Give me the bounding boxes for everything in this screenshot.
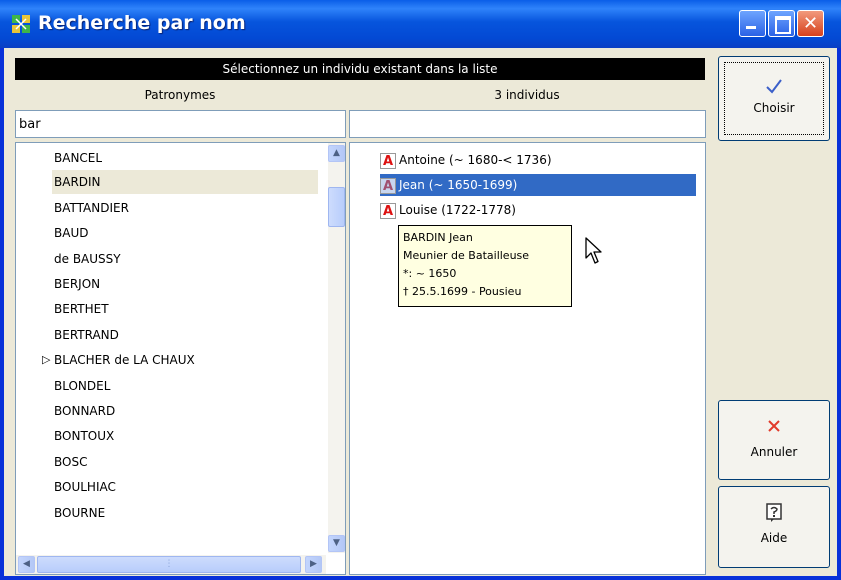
search-window: Recherche par nom ✕ Sélectionnez un indi…	[0, 0, 841, 580]
help-button[interactable]: Aide	[718, 486, 830, 568]
instruction-banner: Sélectionnez un individu existant dans l…	[15, 58, 705, 80]
maximize-button[interactable]	[768, 10, 795, 37]
close-icon: ✕	[802, 13, 819, 34]
minimize-button[interactable]	[739, 10, 766, 37]
list-item[interactable]: BERTHET	[54, 297, 109, 321]
vertical-scrollbar[interactable]: ▲ ▼	[328, 143, 345, 553]
surname-list[interactable]: BANCEL BARDIN BATTANDIER BAUD de BAUSSY …	[15, 142, 346, 575]
tooltip-line: Meunier de Batailleuse	[403, 249, 530, 262]
cancel-label: Annuler	[750, 445, 798, 459]
list-item[interactable]: BONNARD	[54, 399, 115, 423]
list-item[interactable]: A Louise (1722-1778)	[380, 199, 516, 221]
tooltip-line: *: ~ 1650	[403, 267, 457, 280]
list-item[interactable]: BATTANDIER	[54, 196, 129, 220]
maximize-icon	[775, 16, 791, 34]
minimize-icon	[746, 26, 756, 29]
focus-rectangle	[724, 62, 824, 135]
cancel-button[interactable]: Annuler	[718, 400, 830, 480]
close-button[interactable]: ✕	[797, 10, 824, 37]
choose-button[interactable]: Choisir	[718, 56, 830, 141]
window-title: Recherche par nom	[38, 12, 246, 34]
person-icon: A	[380, 152, 396, 169]
horizontal-scrollbar[interactable]: ◀ ⋮ ▶	[16, 555, 326, 574]
list-item-label: Jean (~ 1650-1699)	[399, 178, 518, 192]
list-item[interactable]: BOURNE	[54, 501, 105, 525]
list-item[interactable]: BOSC	[54, 450, 87, 474]
list-item[interactable]: BONTOUX	[54, 424, 114, 448]
list-item[interactable]: A Antoine (~ 1680-< 1736)	[380, 149, 552, 171]
surnames-heading: Patronymes	[144, 88, 216, 102]
help-icon	[766, 503, 782, 522]
scroll-up-icon[interactable]: ▲	[328, 145, 345, 162]
list-item-label: Antoine (~ 1680-< 1736)	[399, 153, 552, 167]
scroll-left-icon[interactable]: ◀	[18, 556, 35, 573]
individual-list[interactable]: A Antoine (~ 1680-< 1736) A Jean (~ 1650-1…	[349, 142, 706, 575]
app-tree-icon	[12, 15, 30, 33]
list-item-selected[interactable]: BARDIN	[52, 170, 318, 194]
tooltip-line: BARDIN Jean	[403, 231, 473, 244]
list-item[interactable]: de BAUSSY	[54, 247, 121, 271]
list-item-selected[interactable]: A Jean (~ 1650-1699)	[380, 174, 696, 196]
scroll-down-icon[interactable]: ▼	[328, 535, 345, 552]
list-item-expandable[interactable]: ▷ BLACHER de LA CHAUX	[42, 348, 195, 372]
person-icon: A	[380, 202, 396, 219]
individuals-heading: 3 individus	[494, 88, 560, 102]
list-item[interactable]: BERJON	[54, 272, 100, 296]
person-icon: A	[380, 177, 396, 194]
surname-search-input[interactable]: bar	[15, 110, 346, 138]
list-item-label: Louise (1722-1778)	[399, 203, 516, 217]
list-item[interactable]: BERTRAND	[54, 323, 119, 347]
help-label: Aide	[760, 531, 788, 545]
list-item[interactable]: BANCEL	[54, 146, 102, 170]
dialog-body: Sélectionnez un individu existant dans l…	[4, 48, 837, 576]
individual-tooltip: BARDIN Jean Meunier de Batailleuse *: ~ …	[398, 225, 572, 307]
scroll-thumb[interactable]	[328, 187, 345, 227]
hscroll-thumb[interactable]: ⋮	[37, 556, 301, 573]
scroll-right-icon[interactable]: ▶	[305, 556, 322, 573]
mouse-cursor-icon	[585, 237, 602, 264]
tooltip-line: † 25.5.1699 - Pousieu	[403, 285, 522, 298]
list-item[interactable]: BAUD	[54, 221, 88, 245]
list-item-label: BLACHER de LA CHAUX	[54, 353, 195, 367]
cross-icon	[768, 420, 780, 432]
list-item[interactable]: BOULHIAC	[54, 475, 116, 499]
expand-arrow-icon[interactable]: ▷	[42, 348, 50, 372]
title-bar[interactable]: Recherche par nom ✕	[0, 0, 841, 48]
list-item[interactable]: BLONDEL	[54, 374, 110, 398]
individual-filter-input[interactable]	[349, 110, 706, 138]
